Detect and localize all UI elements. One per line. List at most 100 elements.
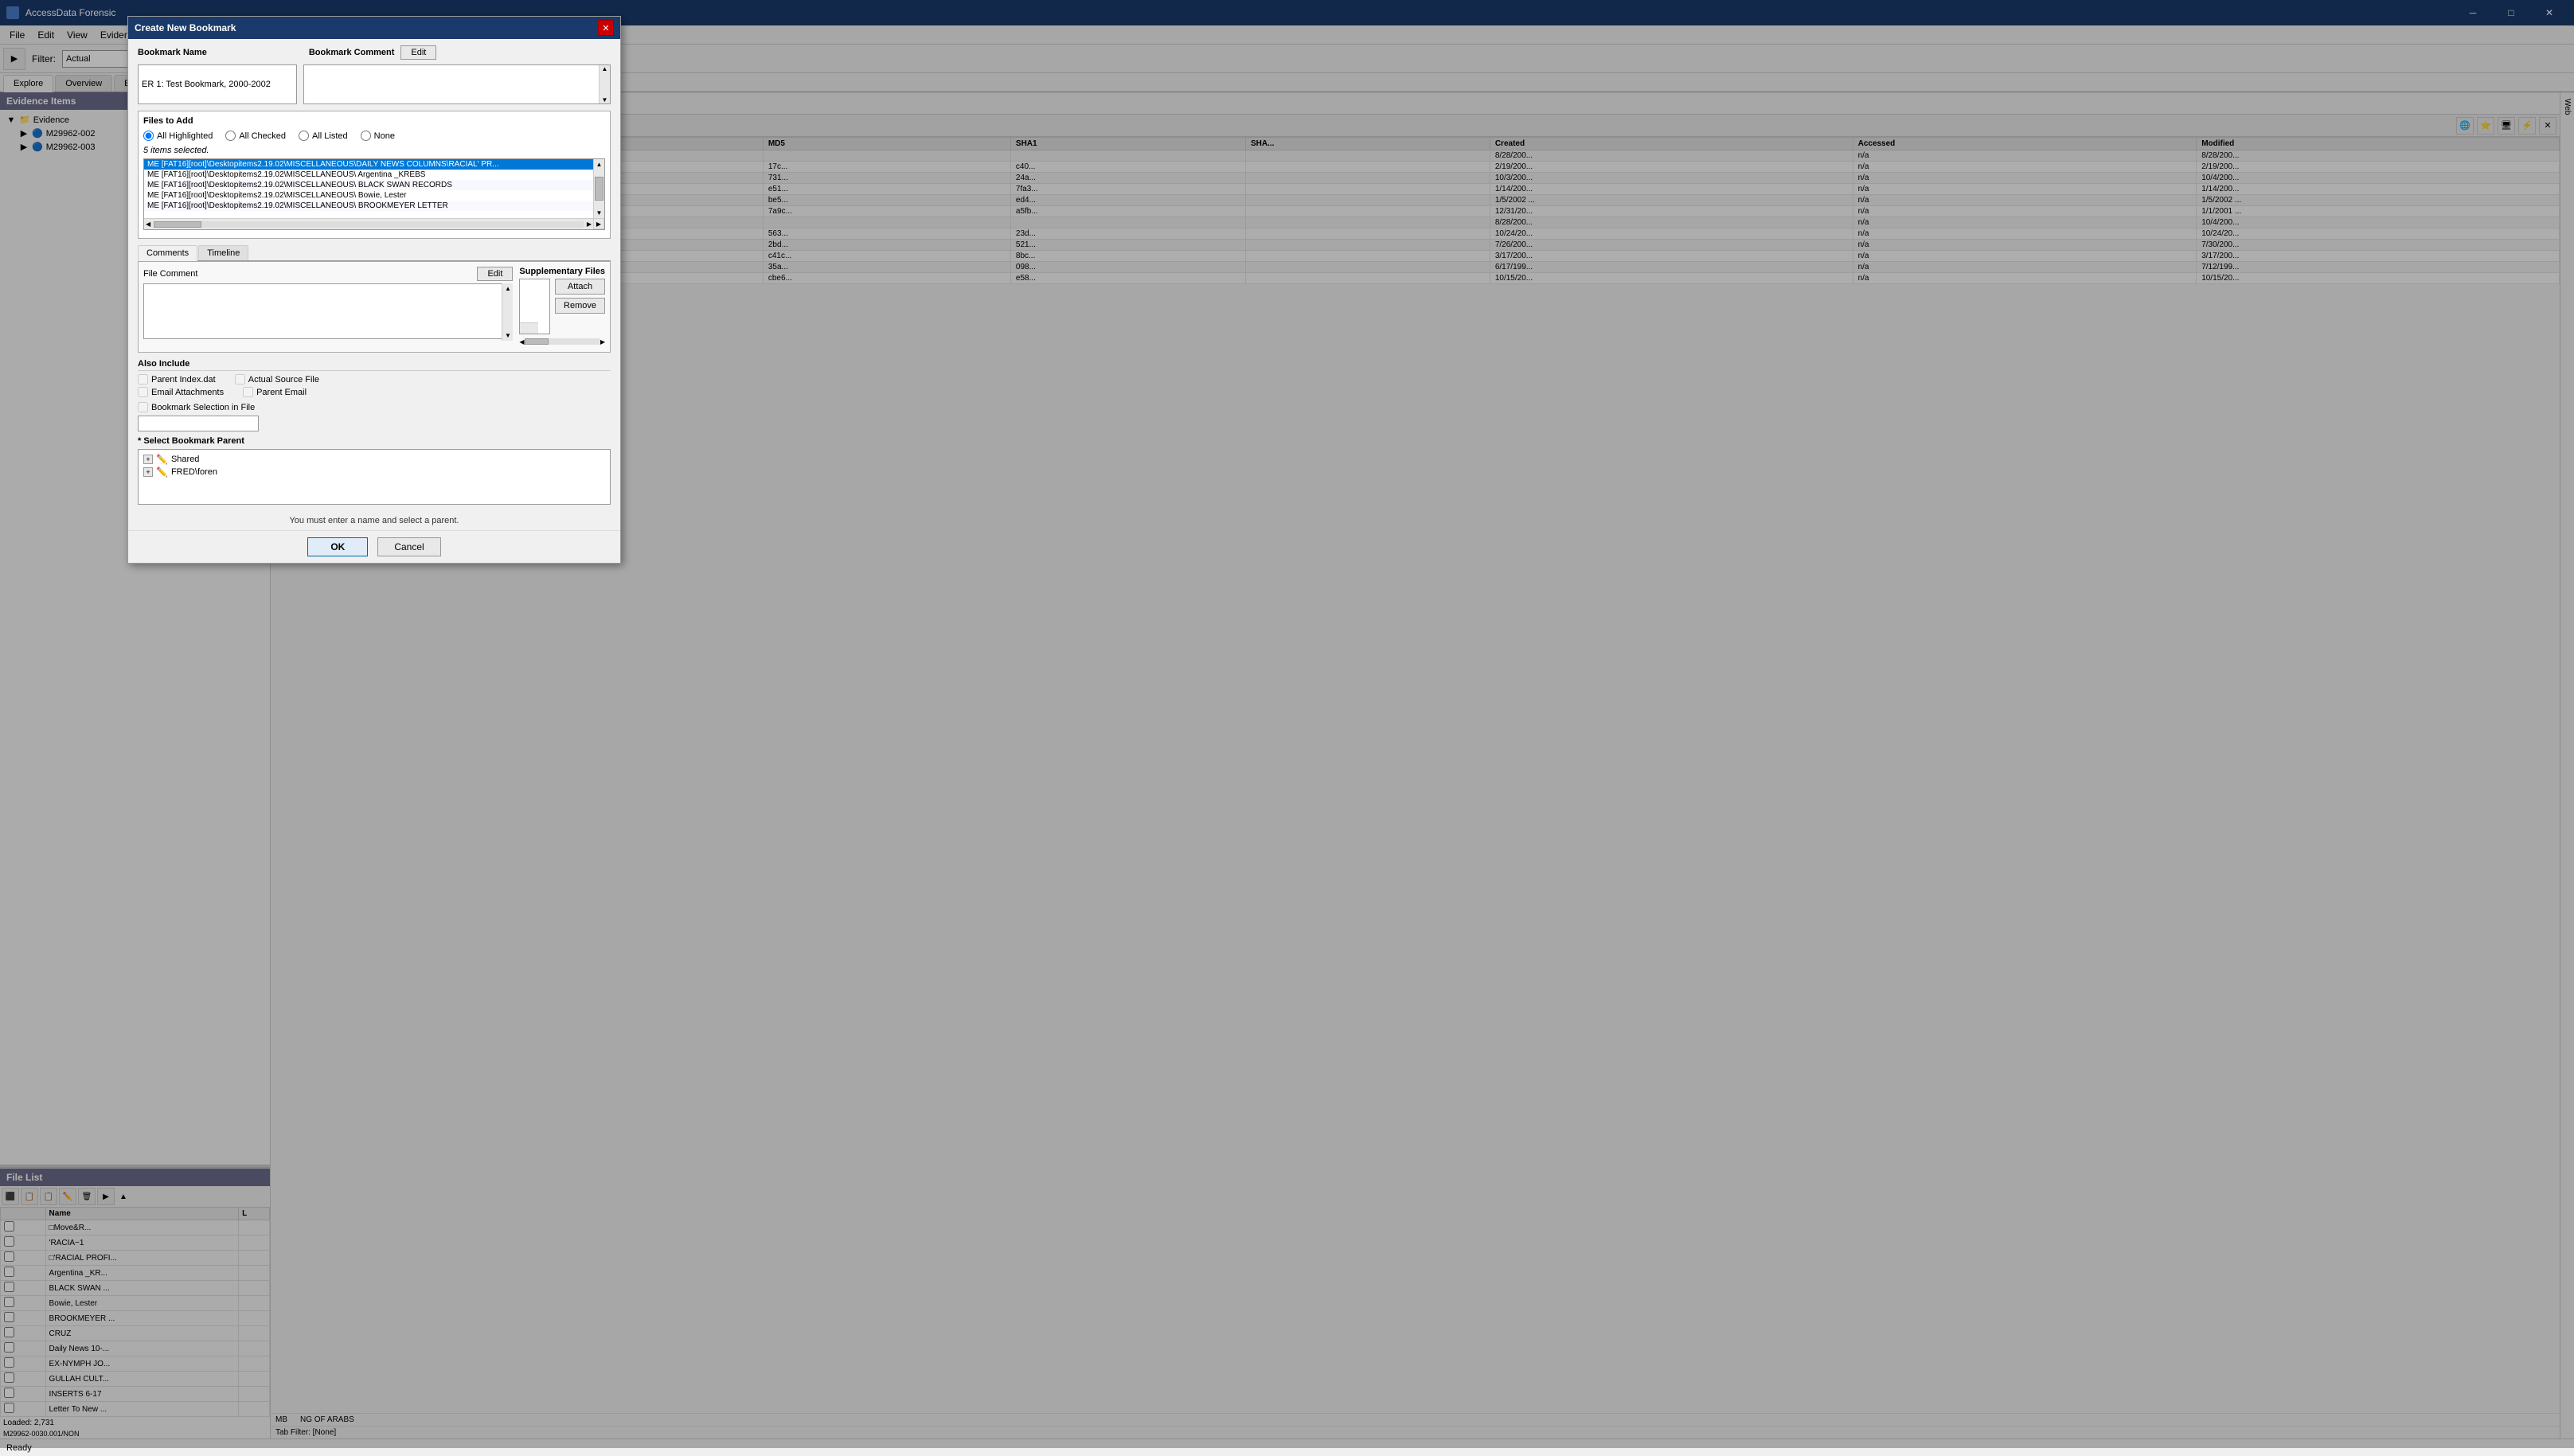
file-items-scroll-left[interactable]: ◀ [144,221,152,228]
dialog-title: Create New Bookmark [135,22,598,33]
dialog-file-item[interactable]: ME [FAT16][root]\Desktopitems2.19.02\MIS… [144,170,604,180]
file-items-scroll-up[interactable]: ▲ [594,159,604,170]
bookmark-comment-box[interactable]: ▲ ▼ [303,64,611,104]
cancel-button[interactable]: Cancel [377,537,440,556]
supp-hscroll[interactable] [520,322,538,334]
comment-scroll-up[interactable]: ▲ [502,283,513,294]
bookmark-comment-edit-button[interactable]: Edit [400,45,436,60]
scroll-thumb[interactable] [595,177,603,201]
supp-nav-right[interactable]: ▶ [600,338,605,345]
radio-all-highlighted[interactable]: All Highlighted [143,131,213,141]
bookmark-selection-section: Bookmark Selection in File [138,402,611,431]
parent-tree-shared[interactable]: + ✏️ Shared [142,453,607,466]
create-bookmark-dialog: Create New Bookmark ✕ Bookmark Name Book… [127,16,621,564]
comment-scrollbar: ▲ ▼ [599,65,610,103]
supp-nav-thumb[interactable] [525,338,549,345]
check-parent-index-label: Parent Index.dat [151,375,216,384]
parent-tree-box[interactable]: + ✏️ Shared + ✏️ FRED\foren [138,449,611,505]
file-comment-edit-button[interactable]: Edit [477,267,513,281]
dialog-message: You must enter a name and select a paren… [128,511,620,530]
radio-all-listed-label: All Listed [312,131,348,141]
supp-nav-row: ◀ ▶ [519,336,605,347]
file-items-scroll-down[interactable]: ▼ [594,208,604,218]
files-to-add-label: Files to Add [143,116,605,126]
also-include-row2: Email Attachments Parent Email [138,387,611,397]
app-window: AccessData Forensic ─ □ ✕ File Edit View… [0,0,2574,1448]
radio-none-label: None [374,131,395,141]
dialog-close-button[interactable]: ✕ [598,20,614,36]
supp-label: Supplementary Files [519,267,605,276]
radio-all-checked[interactable]: All Checked [225,131,286,141]
bookmark-icon-shared: ✏️ [156,454,168,465]
dialog-file-item[interactable]: ME [FAT16][root]\Desktopitems2.19.02\MIS… [144,180,604,190]
file-comment-textarea[interactable] [143,283,513,339]
file-items-scrollbar-v[interactable]: ▲ ▼ [593,159,604,218]
bookmark-name-label: Bookmark Name [138,48,207,57]
parent-tree-fred[interactable]: + ✏️ FRED\foren [142,466,607,478]
comments-section: Comments Timeline File Comment Edit [138,245,611,353]
supp-files-box[interactable] [519,279,550,334]
dialog-body: Bookmark Name Bookmark Comment Edit ▲ ▼ [128,39,620,511]
comment-area-scrollbar: ▲ ▼ [502,283,513,341]
radio-none[interactable]: None [361,131,395,141]
radio-all-listed[interactable]: All Listed [299,131,348,141]
bookmark-input-row: ▲ ▼ [138,64,611,104]
file-items-box[interactable]: ME [FAT16][root]\Desktopitems2.19.02\MIS… [143,158,605,230]
bookmark-name-input[interactable] [138,64,297,104]
supp-nav-track[interactable] [525,338,600,345]
ok-button[interactable]: OK [307,537,368,556]
supp-scroll-container [520,279,549,334]
check-parent-index[interactable]: Parent Index.dat [138,374,216,384]
dialog-file-item[interactable]: ME [FAT16][root]\Desktopitems2.19.02\MIS… [144,190,604,201]
tab-timeline[interactable]: Timeline [198,245,248,260]
check-email-attachments[interactable]: Email Attachments [138,387,224,397]
expand-shared[interactable]: + [143,455,153,464]
dialog-overlay: Create New Bookmark ✕ Bookmark Name Book… [0,0,2574,1448]
dialog-title-bar: Create New Bookmark ✕ [128,17,620,39]
items-selected-text: 5 items selected. [143,146,605,155]
inner-tab-bar: Comments Timeline [138,245,611,261]
also-include-row1: Parent Index.dat Actual Source File [138,374,611,384]
dialog-file-item[interactable]: ME [FAT16][root]\Desktopitems2.19.02\MIS… [144,201,604,211]
file-comment-header: File Comment Edit [143,267,513,281]
bookmark-comment-label: Bookmark Comment [309,48,395,57]
remove-button[interactable]: Remove [555,298,605,314]
file-comment-container: ▲ ▼ [143,283,513,341]
radio-all-checked-label: All Checked [239,131,286,141]
comment-scroll-down[interactable]: ▼ [502,330,513,341]
scroll-thumb-h[interactable] [154,221,584,228]
file-comment-row: File Comment Edit ▲ ▼ [143,267,605,347]
also-include-label: Also Include [138,359,611,371]
check-email-attachments-label: Email Attachments [151,388,224,397]
check-actual-source-label: Actual Source File [248,375,319,384]
scroll-down-arrow[interactable]: ▼ [602,96,608,103]
scroll-up-arrow[interactable]: ▲ [602,65,608,72]
bookmark-icon-fred: ✏️ [156,466,168,478]
file-comment-label: File Comment [143,269,197,279]
radio-all-highlighted-label: All Highlighted [157,131,213,141]
nav-corner-btn[interactable]: ▶ [593,218,604,229]
file-comment-col: File Comment Edit ▲ ▼ [143,267,513,347]
bookmark-sel-row: Bookmark Selection in File [138,402,611,412]
expand-fred[interactable]: + [143,467,153,477]
bookmark-sel-checkbox[interactable] [138,402,148,412]
attach-button[interactable]: Attach [555,279,605,295]
tab-comments[interactable]: Comments [138,245,197,261]
select-parent-label: * Select Bookmark Parent [138,436,611,446]
select-parent-section: * Select Bookmark Parent + ✏️ Shared + ✏… [138,436,611,505]
bookmark-sel-input[interactable] [138,416,259,431]
files-to-add-section: Files to Add All Highlighted All Checked [138,111,611,239]
check-actual-source[interactable]: Actual Source File [235,374,319,384]
bookmark-name-row: Bookmark Name Bookmark Comment Edit [138,45,611,60]
supp-content [520,279,538,322]
also-include-section: Also Include Parent Index.dat Actual Sou… [138,359,611,397]
file-items-scroll-right[interactable]: ▶ [585,221,593,228]
file-items-scrollbar-h[interactable]: ◀ ▶ [144,218,593,229]
check-parent-email[interactable]: Parent Email [243,387,307,397]
dialog-footer: OK Cancel [128,530,620,563]
supplementary-col: Supplementary Files [519,267,605,347]
scroll-thumb-inner[interactable] [154,221,201,228]
dialog-file-item[interactable]: ME [FAT16][root]\Desktopitems2.19.02\MIS… [144,159,604,170]
radio-group-files: All Highlighted All Checked All Listed [143,131,605,141]
parent-tree-shared-label: Shared [171,455,199,464]
